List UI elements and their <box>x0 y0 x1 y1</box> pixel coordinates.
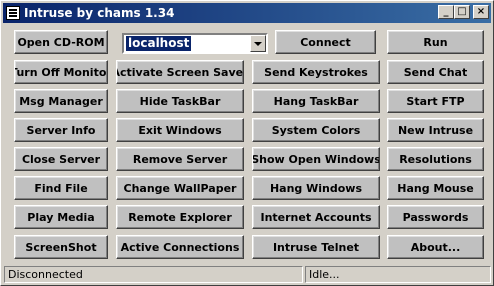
status-activity: Idle... <box>305 266 491 283</box>
about-button[interactable]: About... <box>387 235 484 259</box>
passwords-button[interactable]: Passwords <box>387 205 484 229</box>
status-connection: Disconnected <box>4 266 303 283</box>
connect-button[interactable]: Connect <box>275 30 376 54</box>
start-ftp-button[interactable]: Start FTP <box>387 89 484 113</box>
close-button[interactable]: × <box>473 5 489 19</box>
show-open-windows-button[interactable]: Show Open Windows <box>252 147 380 171</box>
intruse-telnet-button[interactable]: Intruse Telnet <box>252 235 380 259</box>
play-media-button[interactable]: Play Media <box>14 205 108 229</box>
remove-server-button[interactable]: Remove Server <box>116 147 244 171</box>
find-file-button[interactable]: Find File <box>14 176 108 200</box>
main-window: Intruse by chams 1.34 _ □ × Open CD-ROM … <box>0 0 494 286</box>
msg-manager-button[interactable]: Msg Manager <box>14 89 108 113</box>
hang-mouse-button[interactable]: Hang Mouse <box>387 176 484 200</box>
hang-windows-button[interactable]: Hang Windows <box>252 176 380 200</box>
turn-off-monitor-button[interactable]: Turn Off Monitor <box>14 60 108 84</box>
minimize-button[interactable]: _ <box>438 5 454 19</box>
run-button[interactable]: Run <box>387 30 484 54</box>
window-title: Intruse by chams 1.34 <box>24 6 175 20</box>
send-keystrokes-button[interactable]: Send Keystrokes <box>252 60 380 84</box>
hide-taskbar-button[interactable]: Hide TaskBar <box>116 89 244 113</box>
host-combobox[interactable]: localhost <box>122 33 268 54</box>
new-intruse-button[interactable]: New Intruse <box>387 118 484 142</box>
close-server-button[interactable]: Close Server <box>14 147 108 171</box>
server-info-button[interactable]: Server Info <box>14 118 108 142</box>
send-chat-button[interactable]: Send Chat <box>387 60 484 84</box>
system-colors-button[interactable]: System Colors <box>252 118 380 142</box>
screenshot-button[interactable]: ScreenShot <box>14 235 108 259</box>
app-icon[interactable] <box>6 6 20 20</box>
chevron-down-icon[interactable] <box>250 35 266 52</box>
internet-accounts-button[interactable]: Internet Accounts <box>252 205 380 229</box>
hang-taskbar-button[interactable]: Hang TaskBar <box>252 89 380 113</box>
host-value[interactable]: localhost <box>126 36 192 51</box>
resolutions-button[interactable]: Resolutions <box>387 147 484 171</box>
remote-explorer-button[interactable]: Remote Explorer <box>116 205 244 229</box>
open-cdrom-button[interactable]: Open CD-ROM <box>14 30 108 54</box>
title-bar[interactable]: Intruse by chams 1.34 <box>3 3 491 23</box>
exit-windows-button[interactable]: Exit Windows <box>116 118 244 142</box>
maximize-button[interactable]: □ <box>454 5 470 19</box>
activate-screen-saver-button[interactable]: Activate Screen Saver <box>116 60 244 84</box>
change-wallpaper-button[interactable]: Change WallPaper <box>116 176 244 200</box>
active-connections-button[interactable]: Active Connections <box>116 235 244 259</box>
